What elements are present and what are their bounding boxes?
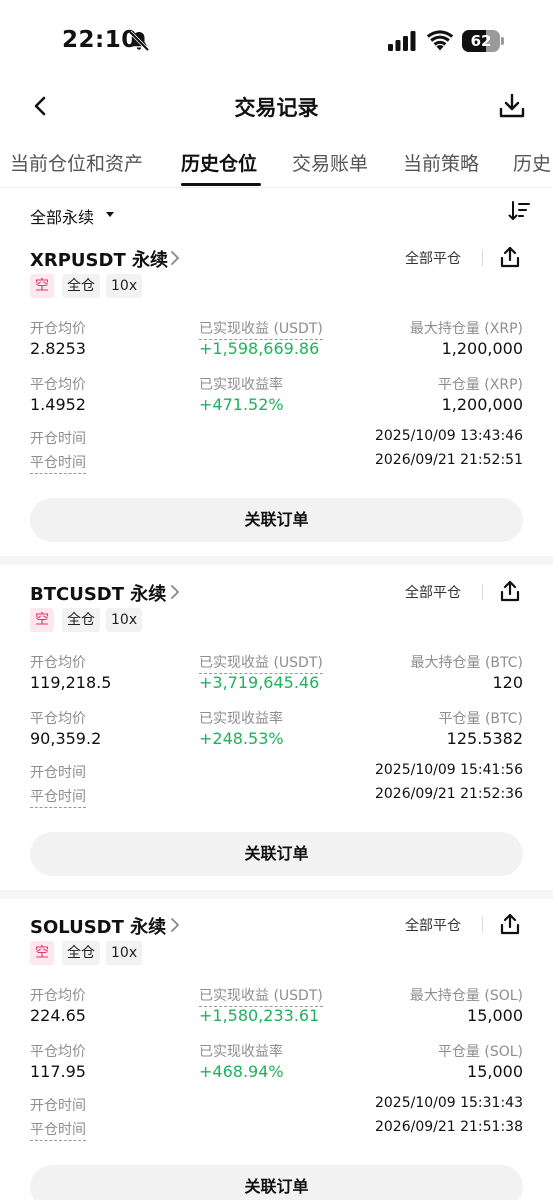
side-tag: 空 [30,608,54,632]
contract-filter-dropdown[interactable]: 全部永续 [30,204,94,228]
open-time-label: 开仓时间 [30,1098,86,1114]
tab-position-history[interactable]: 历史仓位 [181,149,257,176]
realized-pnl-rate-label: 已实现收益率 [199,377,283,393]
related-orders-button[interactable]: 关联订单 [30,1165,523,1200]
leverage-tag: 10x [106,608,143,632]
divider [482,250,483,266]
chevron-right-icon[interactable] [170,917,180,933]
realized-pnl-value: +3,719,645.46 [199,673,320,692]
realized-pnl-label[interactable]: 已实现收益 (USDT) [199,652,323,674]
related-orders-button[interactable]: 关联订单 [30,498,523,542]
close-avg-value: 1.4952 [30,395,86,414]
open-avg-value: 2.8253 [30,339,86,358]
close-avg-label: 平仓均价 [30,377,86,393]
margin-mode-tag: 全仓 [62,274,100,298]
position-symbol[interactable]: XRPUSDT 永续 [30,246,168,272]
open-avg-value: 119,218.5 [30,673,112,692]
sort-icon[interactable] [508,200,530,222]
divider [482,584,483,600]
caret-down-icon[interactable] [106,212,114,217]
close-time-label[interactable]: 平仓时间 [30,452,86,474]
position-symbol[interactable]: SOLUSDT 永续 [30,913,166,939]
open-time-value: 2025/10/09 15:41:56 [374,762,523,778]
max-position-label: 最大持仓量 (SOL) [409,988,523,1004]
close-avg-label: 平仓均价 [30,1044,86,1060]
closed-qty-label: 平仓量 (SOL) [437,1044,523,1060]
realized-pnl-rate-label: 已实现收益率 [199,711,283,727]
realized-pnl-rate-value: +471.52% [199,395,284,414]
tab-current-strategies[interactable]: 当前策略 [403,149,479,176]
related-orders-button[interactable]: 关联订单 [30,832,523,876]
status-bar: 22:10 62 [0,0,553,80]
closed-qty-label: 平仓量 (XRP) [437,377,523,393]
closed-qty-label: 平仓量 (BTC) [438,711,524,727]
share-icon[interactable] [498,245,522,269]
active-tab-indicator [181,183,261,186]
close-time-value: 2026/09/21 21:51:38 [374,1119,523,1135]
filter-row: 全部永续 [0,200,553,232]
tab-trade-bills[interactable]: 交易账单 [292,149,368,176]
open-time-value: 2025/10/09 13:43:46 [374,428,523,444]
divider [482,917,483,933]
realized-pnl-value: +1,580,233.61 [199,1006,320,1025]
open-time-label: 开仓时间 [30,431,86,447]
leverage-tag: 10x [106,274,143,298]
close-all-label: 全部平仓 [405,251,461,267]
share-icon[interactable] [498,579,522,603]
close-all-label: 全部平仓 [405,585,461,601]
open-avg-label: 开仓均价 [30,988,86,1004]
realized-pnl-label[interactable]: 已实现收益 (USDT) [199,318,323,340]
close-time-label[interactable]: 平仓时间 [30,1119,86,1141]
open-time-value: 2025/10/09 15:31:43 [374,1095,523,1111]
download-icon[interactable] [499,93,525,119]
realized-pnl-value: +1,598,669.86 [199,339,320,358]
position-card: XRPUSDT 永续 全部平仓 空 全仓 10x 开仓均价 2.8253 已实现… [0,232,553,565]
margin-mode-tag: 全仓 [62,608,100,632]
open-avg-value: 224.65 [30,1006,86,1025]
tab-history[interactable]: 历史 [513,149,551,176]
side-tag: 空 [30,941,54,965]
battery-level: 62 [470,32,492,50]
wifi-icon [426,30,454,51]
closed-qty-value: 1,200,000 [441,395,523,414]
close-time-label[interactable]: 平仓时间 [30,786,86,808]
header: 交易记录 [0,80,553,132]
page-title: 交易记录 [234,96,319,120]
side-tag: 空 [30,274,54,298]
realized-pnl-label[interactable]: 已实现收益 (USDT) [199,985,323,1007]
open-avg-label: 开仓均价 [30,321,86,337]
share-icon[interactable] [498,912,522,936]
tab-bar: 当前仓位和资产 历史仓位 交易账单 当前策略 历史 [0,140,553,188]
battery-indicator: 62 [462,30,504,52]
realized-pnl-rate-value: +468.94% [199,1062,284,1081]
close-avg-value: 117.95 [30,1062,86,1081]
max-position-value: 1,200,000 [441,339,523,358]
max-position-value: 15,000 [467,1006,523,1025]
closed-qty-value: 125.5382 [446,729,523,748]
max-position-label: 最大持仓量 (XRP) [409,321,523,337]
close-avg-label: 平仓均价 [30,711,86,727]
chevron-right-icon[interactable] [170,584,180,600]
open-time-label: 开仓时间 [30,765,86,781]
bell-muted-icon [128,30,150,52]
position-card: SOLUSDT 永续 全部平仓 空 全仓 10x 开仓均价 224.65 已实现… [0,899,553,1200]
close-avg-value: 90,359.2 [30,729,102,748]
tab-current-positions[interactable]: 当前仓位和资产 [10,149,143,176]
realized-pnl-rate-value: +248.53% [199,729,284,748]
position-card: BTCUSDT 永续 全部平仓 空 全仓 10x 开仓均价 119,218.5 … [0,566,553,899]
chevron-right-icon[interactable] [170,250,180,266]
closed-qty-value: 15,000 [467,1062,523,1081]
cellular-signal-icon [388,31,416,51]
realized-pnl-rate-label: 已实现收益率 [199,1044,283,1060]
close-time-value: 2026/09/21 21:52:36 [374,786,523,802]
leverage-tag: 10x [106,941,143,965]
close-all-label: 全部平仓 [405,918,461,934]
position-symbol[interactable]: BTCUSDT 永续 [30,580,166,606]
close-time-value: 2026/09/21 21:52:51 [374,452,523,468]
max-position-label: 最大持仓量 (BTC) [410,655,524,671]
max-position-value: 120 [492,673,523,692]
margin-mode-tag: 全仓 [62,941,100,965]
open-avg-label: 开仓均价 [30,655,86,671]
